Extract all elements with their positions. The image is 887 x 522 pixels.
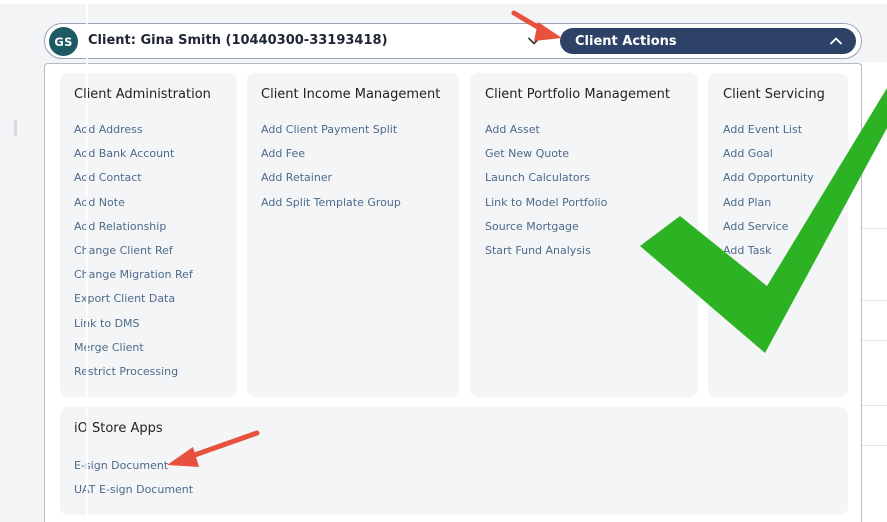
avatar: GS — [49, 27, 78, 56]
menu-item-export-client-data[interactable]: Export Client Data — [74, 292, 193, 316]
client-actions-label: Client Actions — [575, 33, 677, 49]
menu-list: Add Address Add Bank Account Add Contact… — [74, 123, 193, 389]
menu-item-add-fee[interactable]: Add Fee — [261, 147, 401, 171]
menu-item-add-relationship[interactable]: Add Relationship — [74, 220, 193, 244]
menu-item-start-fund-analysis[interactable]: Start Fund Analysis — [485, 244, 607, 268]
menu-item-source-mortgage[interactable]: Source Mortgage — [485, 220, 607, 244]
client-selector[interactable]: GS Client: Gina Smith (10440300-33193418… — [44, 23, 862, 59]
menu-item-add-asset[interactable]: Add Asset — [485, 123, 607, 147]
menu-item-merge-client[interactable]: Merge Client — [74, 341, 193, 365]
background-left-edge — [14, 120, 17, 136]
menu-item-link-to-model-portfolio[interactable]: Link to Model Portfolio — [485, 196, 607, 220]
menu-item-uat-e-sign-document[interactable]: UAT E-sign Document — [74, 483, 193, 507]
client-name: Client: Gina Smith (10440300-33193418) — [88, 33, 388, 48]
menu-item-link-to-dms[interactable]: Link to DMS — [74, 317, 193, 341]
guide-line — [86, 0, 88, 522]
checkmark-icon — [640, 88, 887, 353]
menu-item-add-note[interactable]: Add Note — [74, 196, 193, 220]
menu-list: Add Client Payment Split Add Fee Add Ret… — [261, 123, 401, 220]
background-divider — [862, 445, 887, 446]
card-client-income-management: Client Income Management Add Client Paym… — [247, 73, 459, 397]
chevron-up-icon — [830, 34, 842, 49]
menu-item-add-address[interactable]: Add Address — [74, 123, 193, 147]
menu-item-add-retainer[interactable]: Add Retainer — [261, 171, 401, 195]
background-divider — [862, 405, 887, 406]
card-title: Client Income Management — [261, 87, 441, 102]
menu-item-launch-calculators[interactable]: Launch Calculators — [485, 171, 607, 195]
menu-item-add-client-payment-split[interactable]: Add Client Payment Split — [261, 123, 401, 147]
annotation-arrow-icon — [511, 10, 562, 41]
annotation-arrow-icon — [167, 430, 260, 467]
menu-item-get-new-quote[interactable]: Get New Quote — [485, 147, 607, 171]
card-title: Client Administration — [74, 87, 211, 102]
menu-item-add-contact[interactable]: Add Contact — [74, 171, 193, 195]
menu-item-add-split-template-group[interactable]: Add Split Template Group — [261, 196, 401, 220]
menu-list: Add Asset Get New Quote Launch Calculato… — [485, 123, 607, 268]
menu-item-restrict-processing[interactable]: Restrict Processing — [74, 365, 193, 389]
menu-item-add-bank-account[interactable]: Add Bank Account — [74, 147, 193, 171]
client-actions-button[interactable]: Client Actions — [560, 28, 856, 54]
background-strip — [0, 0, 887, 4]
menu-item-change-client-ref[interactable]: Change Client Ref — [74, 244, 193, 268]
menu-item-change-migration-ref[interactable]: Change Migration Ref — [74, 268, 193, 292]
